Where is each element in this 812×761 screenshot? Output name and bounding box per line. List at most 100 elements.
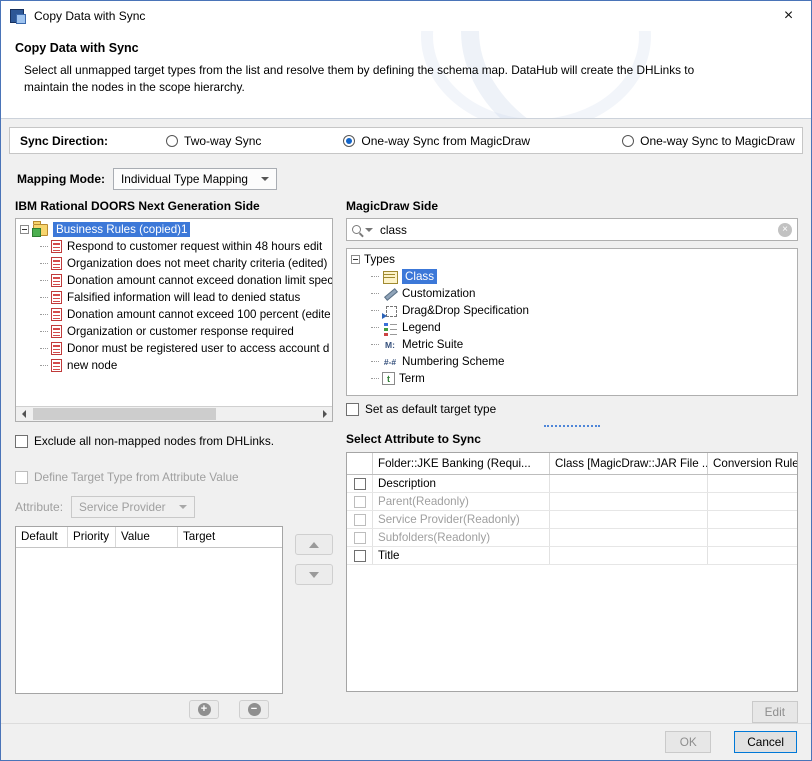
move-up-button[interactable] bbox=[295, 534, 333, 555]
column-header-class: Class [MagicDraw::JAR File ... bbox=[550, 453, 708, 474]
collapse-icon[interactable] bbox=[351, 255, 360, 264]
types-root-label: Types bbox=[364, 253, 395, 266]
tree-row-requirement[interactable]: Respond to customer request within 48 ho… bbox=[16, 238, 332, 255]
radio-icon bbox=[166, 135, 178, 147]
tree-row-requirement[interactable]: Donor must be registered user to access … bbox=[16, 340, 332, 357]
magicdraw-side-panel: MagicDraw Side class × Types Class Custo… bbox=[346, 199, 798, 723]
requirement-icon bbox=[51, 308, 62, 321]
left-arrow-icon bbox=[22, 410, 26, 418]
attribute-select-row: Attribute: Service Provider bbox=[15, 496, 333, 518]
mapping-table-header: Default Priority Value Target bbox=[16, 527, 282, 548]
edit-button-row: Edit bbox=[346, 701, 798, 723]
collapse-icon[interactable] bbox=[20, 225, 29, 234]
module-folder-icon bbox=[33, 224, 48, 236]
attribute-row-title[interactable]: Title bbox=[347, 547, 797, 565]
column-header-folder: Folder::JKE Banking (Requi... bbox=[373, 453, 550, 474]
exclude-nonmapped-label: Exclude all non-mapped nodes from DHLink… bbox=[34, 434, 274, 448]
tree-row-requirement[interactable]: Organization does not meet charity crite… bbox=[16, 255, 332, 272]
tree-row-types-root[interactable]: Types bbox=[347, 251, 797, 268]
type-row-dragdrop-specification[interactable]: Drag&Drop Specification bbox=[347, 302, 797, 319]
dialog-footer: OK Cancel bbox=[665, 731, 797, 753]
add-remove-row: + − bbox=[15, 700, 283, 719]
footer-separator bbox=[1, 723, 811, 724]
metric-suite-icon: M: bbox=[382, 338, 398, 352]
attribute-row-parent[interactable]: Parent(Readonly) bbox=[347, 493, 797, 511]
tree-row-requirement[interactable]: Donation amount cannot exceed donation l… bbox=[16, 272, 332, 289]
radio-one-way-to-magicdraw[interactable]: One-way Sync to MagicDraw bbox=[622, 134, 795, 148]
attribute-table-header: Folder::JKE Banking (Requi... Class [Mag… bbox=[347, 453, 797, 475]
clear-search-button[interactable]: × bbox=[778, 223, 792, 237]
column-header-conversion-rule: Conversion Rule bbox=[708, 453, 797, 474]
search-icon bbox=[352, 225, 361, 234]
radio-two-way-sync[interactable]: Two-way Sync bbox=[166, 134, 261, 148]
attribute-row-subfolders[interactable]: Subfolders(Readonly) bbox=[347, 529, 797, 547]
define-target-type-checkbox[interactable] bbox=[15, 471, 28, 484]
attribute-checkbox[interactable] bbox=[354, 496, 366, 508]
attribute-checkbox[interactable] bbox=[354, 550, 366, 562]
magicdraw-panel-title: MagicDraw Side bbox=[346, 199, 798, 213]
define-target-type-checkbox-row: Define Target Type from Attribute Value bbox=[15, 470, 333, 484]
doors-panel-title: IBM Rational DOORS Next Generation Side bbox=[15, 199, 333, 213]
exclude-nonmapped-checkbox[interactable] bbox=[15, 435, 28, 448]
close-icon: × bbox=[784, 7, 793, 25]
right-arrow-icon bbox=[323, 410, 327, 418]
requirement-icon bbox=[51, 359, 62, 372]
cancel-button[interactable]: Cancel bbox=[734, 731, 797, 753]
close-button[interactable]: × bbox=[766, 1, 811, 31]
requirement-icon bbox=[51, 342, 62, 355]
type-row-class[interactable]: Class bbox=[347, 268, 797, 285]
default-target-type-label: Set as default target type bbox=[365, 402, 496, 416]
tree-row-requirement[interactable]: Organization or customer response requir… bbox=[16, 323, 332, 340]
dialog-description: Select all unmapped target types from th… bbox=[24, 62, 714, 95]
requirement-icon bbox=[51, 257, 62, 270]
search-options-chevron-icon[interactable] bbox=[365, 228, 373, 232]
term-icon: t bbox=[382, 372, 395, 385]
type-search-box[interactable]: class × bbox=[346, 218, 798, 241]
attribute-value: Service Provider bbox=[79, 500, 166, 514]
ok-button[interactable]: OK bbox=[665, 731, 711, 753]
radio-one-way-from-magicdraw[interactable]: One-way Sync from MagicDraw bbox=[343, 134, 530, 148]
default-target-type-checkbox[interactable] bbox=[346, 403, 359, 416]
scroll-left-arrow[interactable] bbox=[16, 407, 31, 421]
scrollbar-track[interactable] bbox=[31, 407, 317, 421]
type-row-customization[interactable]: Customization bbox=[347, 285, 797, 302]
mapping-mode-dropdown[interactable]: Individual Type Mapping bbox=[113, 168, 277, 190]
attribute-row-description[interactable]: Description bbox=[347, 475, 797, 493]
search-input[interactable]: class bbox=[380, 223, 775, 237]
attribute-checkbox[interactable] bbox=[354, 478, 366, 490]
edit-button[interactable]: Edit bbox=[752, 701, 798, 723]
horizontal-scrollbar[interactable] bbox=[16, 406, 332, 421]
column-header-default: Default bbox=[16, 527, 68, 547]
type-row-legend[interactable]: Legend bbox=[347, 319, 797, 336]
tree-row-requirement[interactable]: Falsified information will lead to denie… bbox=[16, 289, 332, 306]
scrollbar-thumb[interactable] bbox=[33, 408, 216, 420]
requirement-icon bbox=[51, 240, 62, 253]
move-down-button[interactable] bbox=[295, 564, 333, 585]
attribute-checkbox[interactable] bbox=[354, 514, 366, 526]
attribute-dropdown[interactable]: Service Provider bbox=[71, 496, 195, 518]
add-mapping-button[interactable]: + bbox=[189, 700, 219, 719]
doors-tree-rows: Business Rules (copied)1 Respond to cust… bbox=[16, 219, 332, 406]
tree-row-business-rules[interactable]: Business Rules (copied)1 bbox=[16, 221, 332, 238]
type-row-metric-suite[interactable]: M: Metric Suite bbox=[347, 336, 797, 353]
attribute-row-service-provider[interactable]: Service Provider(Readonly) bbox=[347, 511, 797, 529]
window-title: Copy Data with Sync bbox=[34, 9, 145, 23]
plus-icon: + bbox=[198, 703, 211, 716]
remove-mapping-button[interactable]: − bbox=[239, 700, 269, 719]
requirement-icon bbox=[51, 274, 62, 287]
type-row-numbering-scheme[interactable]: #-# Numbering Scheme bbox=[347, 353, 797, 370]
requirement-icon bbox=[51, 325, 62, 338]
mapping-mode-row: Mapping Mode: Individual Type Mapping bbox=[17, 168, 277, 190]
chevron-down-icon bbox=[179, 505, 187, 509]
type-row-term[interactable]: t Term bbox=[347, 370, 797, 387]
column-header-target: Target bbox=[178, 527, 282, 547]
mapping-mode-value: Individual Type Mapping bbox=[121, 172, 248, 186]
tree-row-requirement[interactable]: new node bbox=[16, 357, 332, 374]
scroll-right-arrow[interactable] bbox=[317, 407, 332, 421]
attribute-checkbox[interactable] bbox=[354, 532, 366, 544]
legend-icon bbox=[382, 321, 398, 335]
chevron-down-icon bbox=[261, 177, 269, 181]
dialog-header: Copy Data with Sync Select all unmapped … bbox=[1, 31, 811, 119]
title-bar: Copy Data with Sync × bbox=[1, 1, 811, 31]
tree-row-requirement[interactable]: Donation amount cannot exceed 100 percen… bbox=[16, 306, 332, 323]
